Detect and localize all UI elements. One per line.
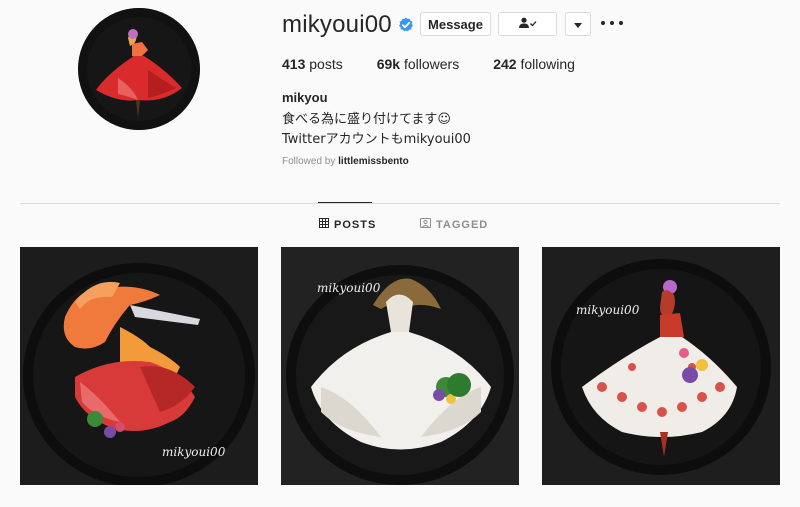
post-image-octopus-dress [542, 247, 780, 485]
following-label: following [520, 56, 575, 72]
followed-by-label: Followed by [282, 156, 336, 167]
tab-tagged[interactable]: TAGGED [420, 218, 488, 231]
profile-name: mikyou [282, 90, 328, 105]
posts-stat: 413 posts [282, 56, 343, 72]
post-watermark: mikyoui00 [162, 445, 226, 459]
suggestions-dropdown-button[interactable] [565, 12, 591, 36]
followed-by-user[interactable]: littlemissbento [338, 156, 409, 167]
followers-label: followers [403, 56, 460, 72]
tag-icon [420, 218, 436, 231]
avatar-image [78, 8, 200, 130]
following-button[interactable] [498, 12, 557, 36]
post-thumbnail[interactable]: mikyoui00 [281, 247, 519, 485]
message-button[interactable]: Message [420, 12, 491, 36]
profile-bio-line1: 食べる為に盛り付けてます☺ [282, 112, 451, 127]
followers-stat[interactable]: 69k followers [377, 56, 460, 72]
grid-icon [319, 218, 334, 231]
caret-down-icon [574, 17, 582, 32]
profile-username: mikyoui00 [282, 11, 392, 38]
active-tab-indicator [318, 202, 372, 203]
post-thumbnail[interactable]: mikyoui00 [20, 247, 258, 485]
person-check-icon [518, 17, 538, 32]
profile-avatar[interactable] [78, 8, 200, 130]
posts-count: 413 [282, 56, 306, 72]
profile-stats: 413 posts 69k followers 242 following [282, 56, 609, 72]
following-stat[interactable]: 242 following [493, 56, 575, 72]
tabs-divider [20, 203, 780, 204]
tab-tagged-label: TAGGED [436, 218, 489, 231]
posts-label: posts [309, 56, 343, 72]
tab-posts-label: POSTS [334, 218, 377, 231]
verified-badge-icon [398, 17, 414, 33]
followed-by[interactable]: Followed by littlemissbento [282, 156, 409, 167]
post-watermark: mikyoui00 [576, 303, 640, 317]
tab-posts[interactable]: POSTS [319, 218, 376, 231]
post-thumbnail[interactable]: mikyoui00 [542, 247, 780, 485]
post-watermark: mikyoui00 [317, 281, 381, 295]
profile-bio-line2: Twitterアカウントもmikyoui00 [282, 132, 471, 147]
following-count: 242 [493, 56, 517, 72]
ellipsis-icon[interactable] [601, 15, 623, 31]
followers-count: 69k [376, 56, 401, 72]
